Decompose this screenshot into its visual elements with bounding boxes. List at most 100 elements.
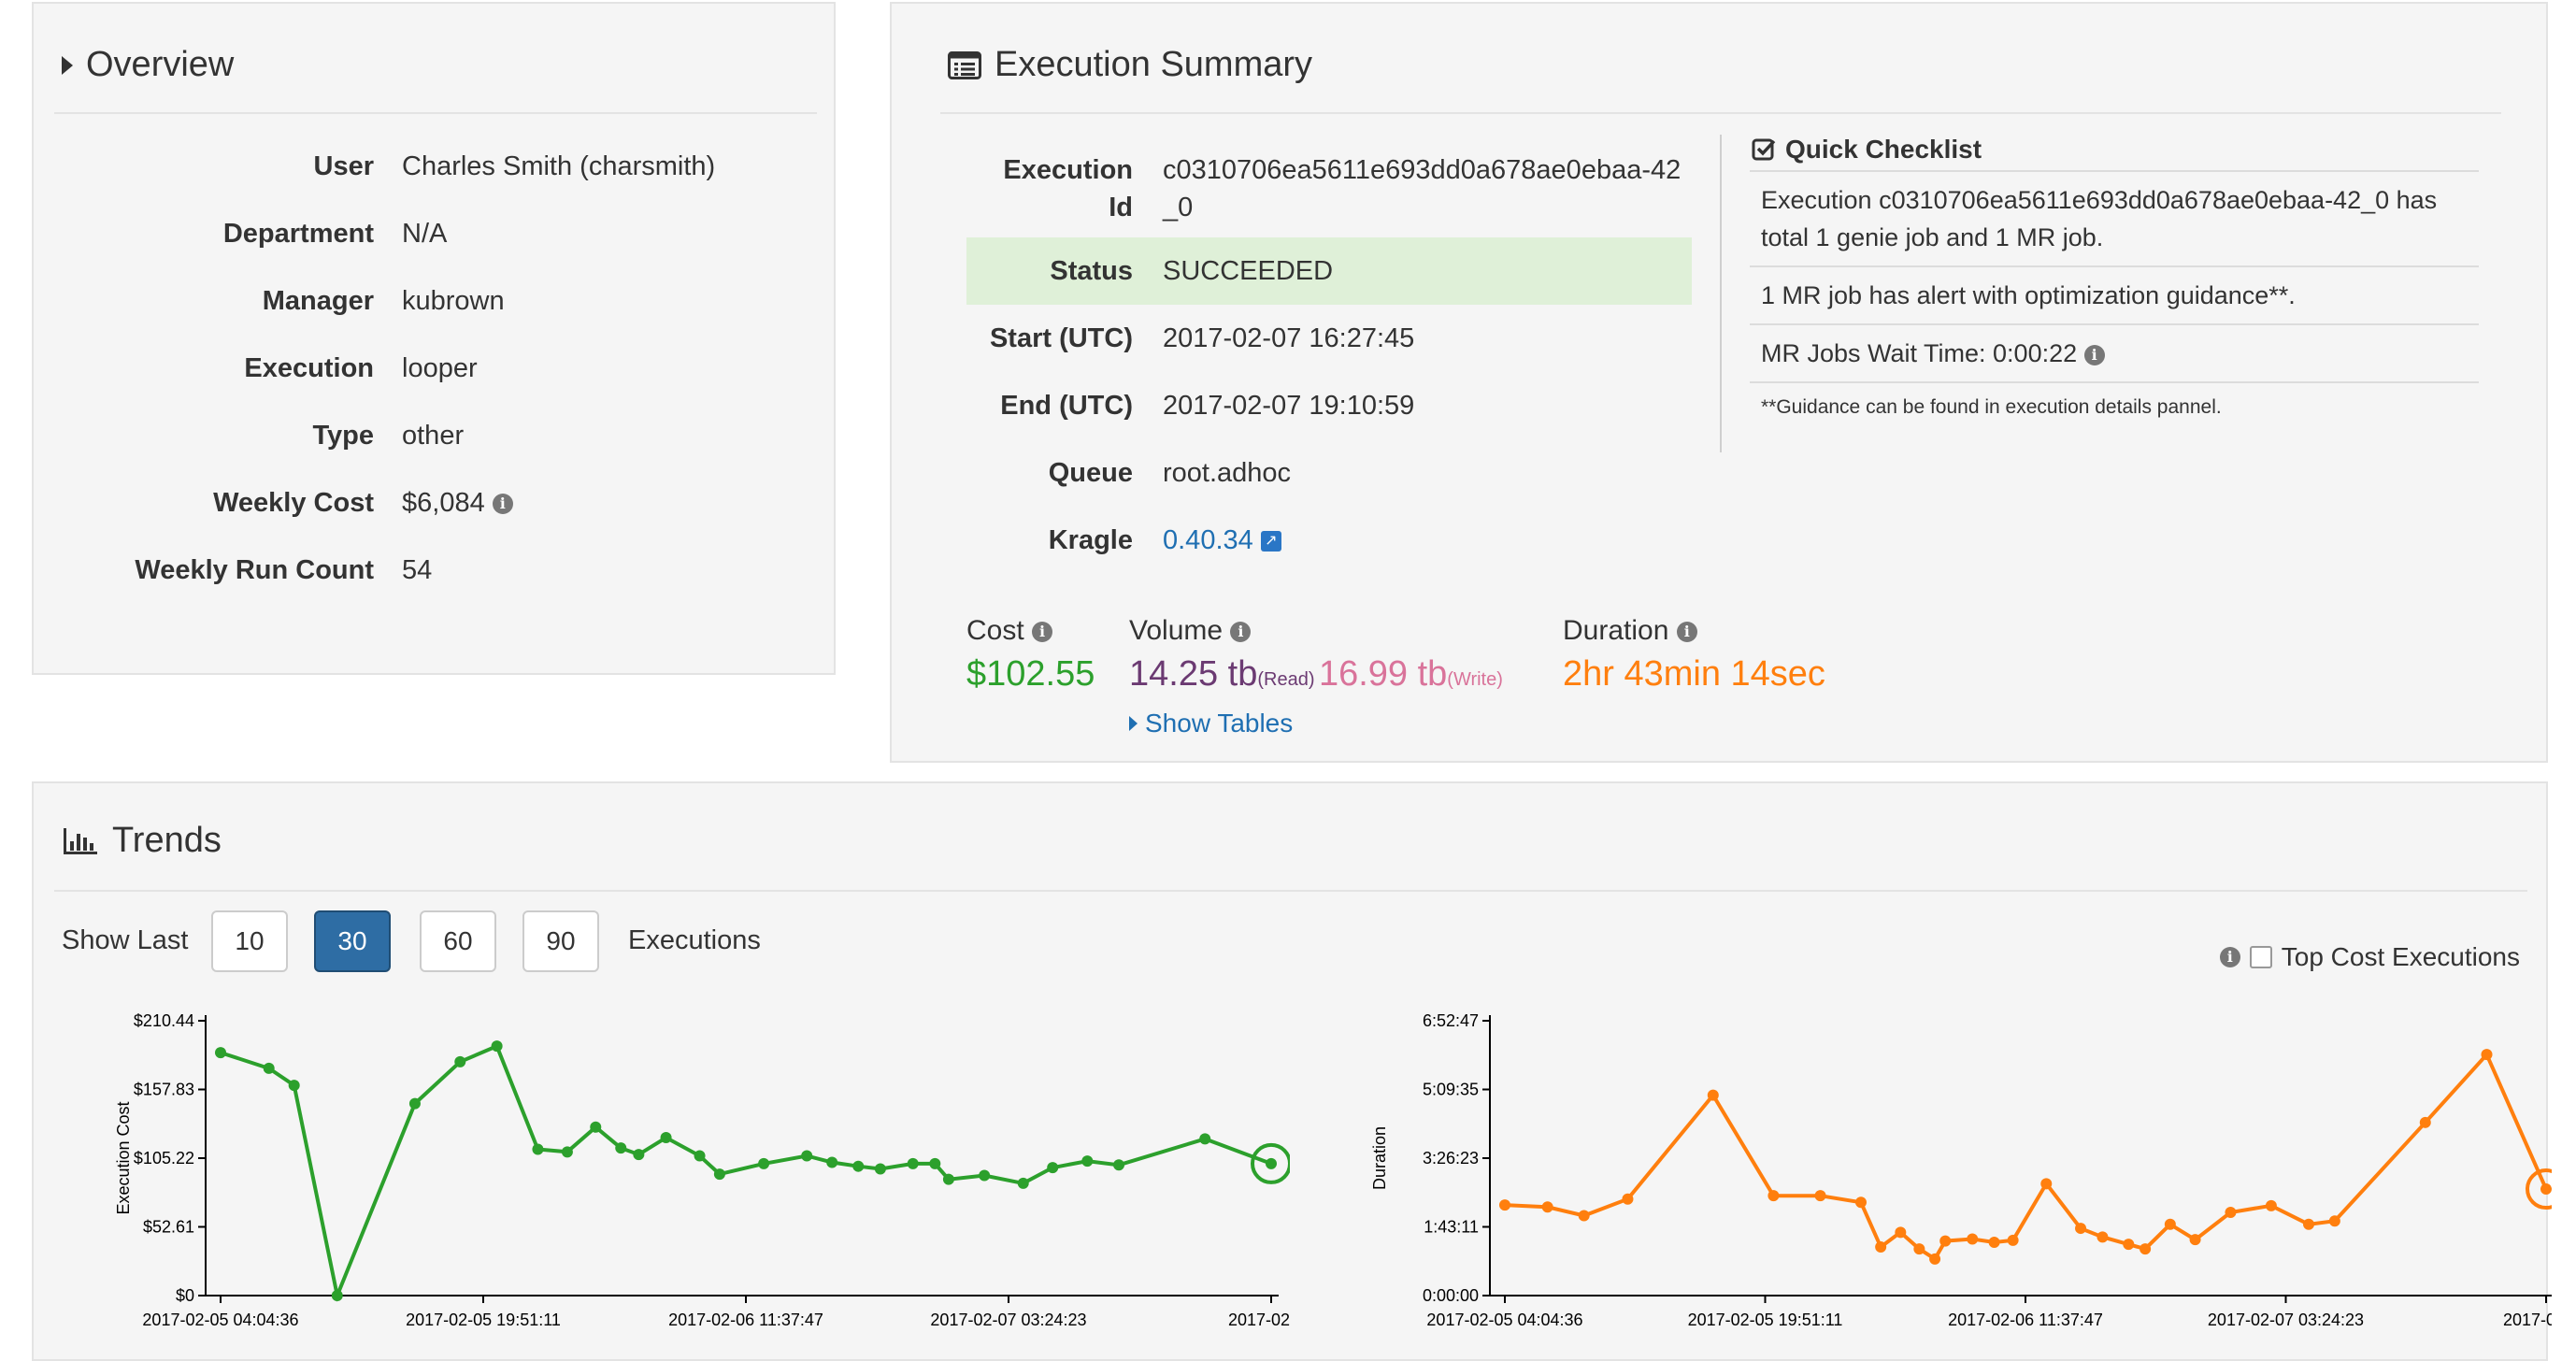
show-last-90-button[interactable]: 90 xyxy=(522,910,599,972)
info-icon[interactable]: i xyxy=(1676,622,1697,643)
y-tick-label: 0:00:00 xyxy=(1423,1286,1479,1305)
caret-right-icon xyxy=(62,55,73,75)
check-square-icon xyxy=(1752,138,1776,161)
data-point xyxy=(826,1156,838,1168)
y-tick-label: $0 xyxy=(176,1286,194,1305)
overview-divider xyxy=(54,112,817,114)
info-icon[interactable]: i xyxy=(492,494,513,515)
data-point xyxy=(408,1097,421,1110)
weekly-cost-value: $6,084 i xyxy=(402,488,513,519)
list-alt-icon xyxy=(948,50,981,79)
execution-id-label-line2: Id xyxy=(1109,193,1133,222)
checklist-item-jobs: Execution c0310706ea5611e693dd0a678ae0eb… xyxy=(1761,181,2437,256)
data-point xyxy=(454,1055,466,1067)
volume-read: 14.25 tb xyxy=(1129,654,1258,694)
data-point xyxy=(2540,1183,2552,1196)
data-point xyxy=(2140,1243,2152,1255)
data-point xyxy=(2303,1218,2315,1230)
data-point xyxy=(1017,1177,1029,1189)
data-point xyxy=(1875,1241,1887,1254)
info-icon[interactable]: i xyxy=(1230,622,1252,643)
x-tick-label: 2017-02-07 03:24:23 xyxy=(2208,1311,2364,1329)
show-tables-label: Show Tables xyxy=(1145,709,1294,738)
checklist-item-alert: 1 MR job has alert with optimization gui… xyxy=(1761,281,2296,309)
series-line xyxy=(220,1043,1272,1302)
x-tick-label: 2017-02-07 xyxy=(2503,1311,2552,1329)
data-point xyxy=(660,1131,672,1143)
checklist-separator xyxy=(1750,323,2479,325)
checklist-separator xyxy=(1750,381,2479,383)
data-point xyxy=(331,1290,343,1301)
data-point xyxy=(1622,1193,1634,1205)
duration-trend-chart: 0:00:00 1:43:11 3:26:23 5:09:35 6:52:47 2017-… xyxy=(1370,1011,2552,1329)
show-last-60-button[interactable]: 60 xyxy=(420,910,496,972)
data-point xyxy=(1929,1253,1941,1265)
trends-title: Trends xyxy=(112,821,222,860)
cost-trend-chart: $0 $52.61 $105.22 $157.83 $210.44 2017-02-05 … xyxy=(114,1011,1290,1329)
data-point xyxy=(633,1149,645,1161)
execution-summary-header: Execution Summary xyxy=(948,45,1312,85)
quick-checklist-title: Quick Checklist xyxy=(1785,135,1982,164)
data-point xyxy=(852,1160,865,1172)
checklist-separator xyxy=(1750,170,2479,172)
data-point xyxy=(2328,1215,2340,1227)
executions-label: Executions xyxy=(628,925,761,955)
info-icon[interactable]: i xyxy=(2083,344,2105,365)
trends-divider xyxy=(54,890,2527,892)
y-axis-label: Duration xyxy=(1370,1126,1389,1190)
checklist-separator xyxy=(1750,265,2479,267)
show-last-10-button[interactable]: 10 xyxy=(211,910,288,972)
show-last-30-button[interactable]: 30 xyxy=(314,910,391,972)
data-point xyxy=(2265,1199,2277,1211)
volume-values: 14.25 tb(Read) 16.99 tb(Write) xyxy=(1129,654,1503,695)
cost-metric-label: Cost i xyxy=(966,615,1053,647)
volume-read-suffix: (Read) xyxy=(1257,669,1315,690)
data-point xyxy=(1199,1133,1211,1145)
checklist-divider xyxy=(1720,135,1722,452)
data-point xyxy=(1854,1196,1867,1209)
volume-label: Volume xyxy=(1129,615,1224,646)
data-point xyxy=(2189,1234,2201,1246)
y-tick-label: $157.83 xyxy=(134,1081,194,1099)
data-point xyxy=(2164,1218,2176,1230)
start-value: 2017-02-07 16:27:45 xyxy=(1163,323,1415,353)
data-point xyxy=(758,1157,770,1169)
user-value: Charles Smith (charsmith) xyxy=(402,151,716,181)
y-tick-label: $52.61 xyxy=(143,1218,194,1237)
top-cost-label: Top Cost Executions xyxy=(2281,942,2520,971)
weekly-cost-label: Weekly Cost xyxy=(213,488,374,518)
y-tick-label: 6:52:47 xyxy=(1423,1011,1479,1030)
data-point xyxy=(1988,1237,2000,1249)
data-point xyxy=(1499,1199,1510,1211)
x-tick-label: 2017-02-05 19:51:11 xyxy=(406,1311,561,1329)
data-point xyxy=(2225,1206,2237,1218)
data-point xyxy=(2123,1239,2135,1251)
show-tables-link[interactable]: Show Tables xyxy=(1129,709,1293,738)
data-point xyxy=(979,1169,991,1182)
y-axis-label: Execution Cost xyxy=(114,1101,133,1214)
x-tick-label: 2017-02-07 03:24:23 xyxy=(930,1311,1086,1329)
info-icon[interactable]: i xyxy=(1032,622,1053,643)
queue-label: Queue xyxy=(1048,458,1133,488)
data-point xyxy=(874,1163,886,1175)
duration-value: 2hr 43min 14sec xyxy=(1563,654,1825,694)
status-value: SUCCEEDED xyxy=(1163,256,1334,286)
overview-toggle[interactable]: Overview xyxy=(62,45,234,85)
summary-divider xyxy=(940,112,2501,114)
kragle-link[interactable]: 0.40.34 ↗ xyxy=(1163,525,1281,556)
data-point xyxy=(1707,1089,1719,1101)
y-tick-label: 5:09:35 xyxy=(1423,1081,1479,1099)
caret-right-icon xyxy=(1129,716,1138,731)
data-point xyxy=(1047,1162,1059,1174)
top-cost-checkbox[interactable] xyxy=(2249,946,2272,968)
execution-id-value: c0310706ea5611e693dd0a678ae0ebaa-42 _0 xyxy=(1163,151,1681,226)
volume-metric-label: Volume i xyxy=(1129,615,1252,647)
duration-metric-label: Duration i xyxy=(1563,615,1697,647)
overview-title: Overview xyxy=(86,45,235,84)
data-point xyxy=(615,1142,627,1154)
manager-value: kubrown xyxy=(402,286,505,316)
kragle-value: 0.40.34 xyxy=(1163,525,1253,555)
info-icon[interactable]: i xyxy=(2219,947,2240,967)
execution-label: Execution xyxy=(244,353,374,383)
data-point xyxy=(2419,1116,2431,1128)
